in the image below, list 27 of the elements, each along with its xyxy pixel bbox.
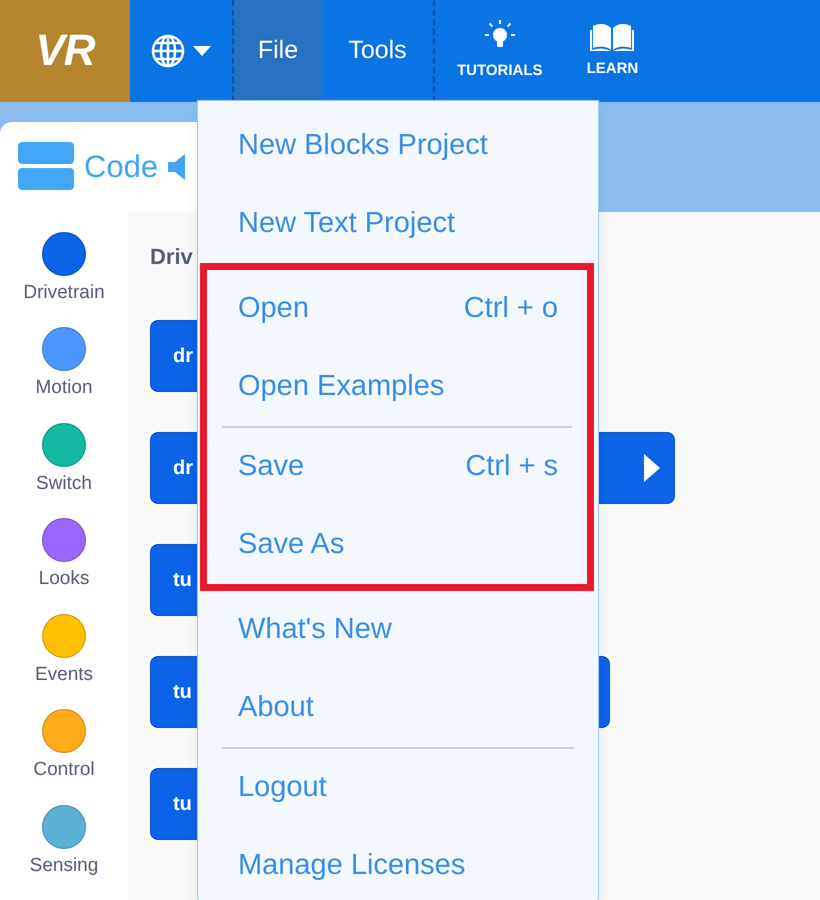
nav-link[interactable]: LEARN — [564, 0, 660, 102]
menu-tab[interactable]: File — [234, 0, 322, 102]
category-label[interactable]: Looks — [38, 565, 90, 594]
logo-text: VR — [36, 25, 94, 77]
globe-icon — [151, 34, 185, 68]
category-label[interactable]: Motion — [35, 374, 93, 403]
menu-item[interactable]: Save Ctrl + s — [207, 428, 587, 506]
category-label[interactable]: Sensing — [30, 852, 98, 880]
tab-label: Code — [84, 148, 158, 186]
menu-item[interactable]: Manage Licenses — [198, 827, 598, 900]
menu-item[interactable]: Logout — [198, 749, 598, 827]
category-label[interactable]: Drivetrain — [23, 279, 105, 308]
blocks-icon — [18, 142, 74, 192]
menu-item[interactable]: Open Examples — [207, 348, 587, 426]
menu-item[interactable]: What's New — [198, 591, 598, 669]
caret-icon — [193, 46, 211, 56]
nav-link[interactable]: TUTORIALS — [435, 0, 565, 102]
play-icon[interactable] — [642, 454, 660, 482]
category-label[interactable]: Events — [34, 660, 94, 690]
book-icon — [589, 22, 636, 52]
menu-item[interactable]: Open Ctrl + o — [207, 270, 587, 348]
logo[interactable]: VR — [0, 0, 130, 102]
category-label[interactable]: Switch — [36, 470, 92, 498]
menu-item[interactable]: Save As — [207, 506, 587, 584]
category-label[interactable]: Control — [33, 756, 95, 785]
menu-item[interactable]: About — [198, 669, 598, 747]
category-heading: Driv — [150, 243, 194, 271]
